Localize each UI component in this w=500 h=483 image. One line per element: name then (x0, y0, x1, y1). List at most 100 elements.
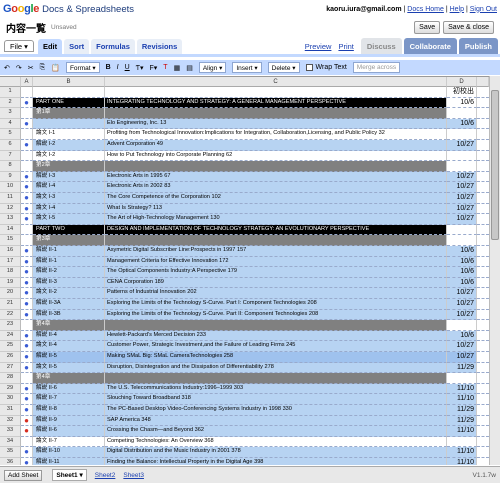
table-row[interactable]: 9 ● 解説 I-3 Electronic Arts in 1995 67 10/27 (0, 171, 489, 183)
cell-d[interactable]: 10/27 (447, 140, 477, 151)
cell-a[interactable]: ● (21, 118, 33, 130)
row-number[interactable]: 18 (0, 267, 21, 278)
row-number[interactable]: 3 (0, 108, 21, 119)
row-number[interactable]: 34 (0, 436, 21, 448)
cell-a[interactable]: ● (21, 458, 33, 465)
cell-a[interactable]: ● (21, 299, 33, 310)
cell-d[interactable] (447, 150, 477, 162)
cell-d[interactable]: 10/27 (447, 171, 477, 183)
cell-e[interactable] (477, 182, 489, 193)
cell-e[interactable] (477, 151, 489, 162)
cell-a[interactable]: ● (21, 214, 33, 225)
table-row[interactable]: 12 ● 論文 I-4 What Is Strategy? 113 10/27 (0, 203, 489, 215)
cell-c[interactable]: Exploring the Limits of the Technology S… (105, 299, 447, 310)
table-row[interactable]: 15 第3章 (0, 235, 489, 246)
cell-b[interactable]: PART TWO (33, 224, 105, 236)
cell-a[interactable]: ● (21, 288, 33, 299)
row-number[interactable]: 16 (0, 246, 21, 257)
cell-e[interactable] (477, 193, 489, 204)
cell-c[interactable]: Elo Engineering, Inc. 13 (105, 118, 447, 130)
cell-e[interactable] (477, 437, 489, 448)
cell-d[interactable]: 10/27 (447, 214, 477, 225)
table-row[interactable]: 33 ● 解説 II-6 Crossing the Chasm—and Beyond … (0, 426, 489, 437)
cell-a[interactable]: ● (21, 246, 33, 257)
add-sheet-button[interactable]: Add Sheet (4, 469, 43, 481)
cell-b[interactable]: 論文 I-1 (33, 129, 105, 140)
cell-b[interactable]: 解説 II-5 (33, 352, 105, 363)
column-header-b[interactable]: B (33, 77, 105, 87)
cell-c[interactable] (105, 373, 447, 384)
cell-d[interactable]: 10/6 (447, 330, 477, 342)
cell-d[interactable]: 10/6 (447, 246, 477, 257)
cell-e[interactable] (477, 140, 489, 151)
cell-b[interactable]: 第4章 (33, 320, 105, 331)
cell-a[interactable]: ● (21, 267, 33, 278)
cell-c[interactable] (105, 235, 447, 246)
cell-c[interactable]: Customer Power, Strategic Investment,and… (105, 341, 447, 352)
cut-icon[interactable]: ✂ (28, 64, 34, 72)
save-close-button[interactable]: Save & close (443, 20, 494, 34)
row-number[interactable]: 23 (0, 320, 21, 331)
font-size-dropdown[interactable]: Ƭ▾ (136, 64, 144, 72)
row-number[interactable]: 10 (0, 182, 21, 193)
cell-c[interactable] (105, 87, 447, 98)
cell-b[interactable] (33, 87, 105, 98)
row-number[interactable]: 11 (0, 193, 21, 204)
cell-a[interactable]: ● (21, 277, 33, 289)
cell-e[interactable] (477, 331, 489, 342)
table-row[interactable]: 17 ● 解説 II-1 Management Criteria for Effect… (0, 256, 489, 268)
table-row[interactable]: 8 第2章 (0, 161, 489, 172)
tab-discuss[interactable]: Discuss (360, 38, 402, 54)
table-row[interactable]: 26 ● 解説 II-5 Making SMaL Big: SMaL CameraTe… (0, 352, 489, 363)
tab-publish[interactable]: Publish (458, 38, 498, 54)
cell-b[interactable]: 解説 II-3A (33, 299, 105, 310)
cell-b[interactable]: 解説 II-1 (33, 246, 105, 257)
cell-b[interactable]: 解説 II-11 (33, 458, 105, 465)
cell-c[interactable]: Disruption, Disintegration and the Dissi… (105, 362, 447, 374)
text-color-icon[interactable]: T (163, 64, 167, 71)
table-row[interactable]: 23 第4章 (0, 320, 489, 331)
cell-d[interactable]: 10/6 (447, 256, 477, 268)
cell-d[interactable]: 11/29 (447, 415, 477, 427)
cell-e[interactable] (477, 341, 489, 352)
cell-c[interactable]: CENA Corporation 189 (105, 277, 447, 289)
wrap-text-toggle[interactable]: Wrap Text (305, 64, 347, 71)
cell-d[interactable]: 10/6 (447, 118, 477, 130)
table-row[interactable]: 14 PART TWO DESIGN AND IMPLEMENTATION OF T… (0, 224, 489, 236)
table-row[interactable]: 4 ● Elo Engineering, Inc. 13 10/6 (0, 118, 489, 130)
column-header-c[interactable]: C (105, 77, 447, 87)
row-number[interactable]: 20 (0, 288, 21, 299)
row-number[interactable]: 29 (0, 383, 21, 395)
cell-d[interactable]: 10/27 (447, 309, 477, 321)
sheet-tab-1[interactable]: Sheet1 ▾ (52, 469, 87, 481)
cell-a[interactable] (21, 161, 33, 172)
format-dropdown[interactable]: Format ▾ (65, 62, 100, 73)
table-row[interactable]: 25 ● 論文 II-4 Customer Power, Strategic Inve… (0, 341, 489, 352)
cell-c[interactable]: The U.S. Telecommunications Industry:199… (105, 383, 447, 395)
cell-d[interactable]: 11/29 (447, 405, 477, 416)
cell-d[interactable]: 10/27 (447, 182, 477, 193)
row-number[interactable]: 9 (0, 171, 21, 183)
cell-b[interactable]: 論文 I-5 (33, 214, 105, 225)
cell-a[interactable]: ● (21, 182, 33, 193)
cell-d[interactable]: 10/27 (447, 299, 477, 310)
cell-a[interactable] (21, 129, 33, 140)
cell-b[interactable]: 解説 I-2 (33, 140, 105, 151)
cell-e[interactable] (477, 405, 489, 416)
cell-d[interactable]: 10/6 (447, 267, 477, 278)
cell-c[interactable]: Finding the Balance: Intellectual Proper… (105, 458, 447, 465)
cell-c[interactable]: Advent Corporation 49 (105, 140, 447, 151)
table-row[interactable]: 5 論文 I-1 Profiting from Technological Inno… (0, 129, 489, 140)
cell-a[interactable] (21, 87, 33, 98)
cell-a[interactable]: ● (21, 383, 33, 395)
table-row[interactable]: 2 ● PART ONE INTEGRATING TECHNOLOGY AND STR… (0, 97, 489, 109)
table-row[interactable]: 29 ● 解説 II-6 The U.S. Telecommunications In… (0, 383, 489, 395)
cell-b[interactable]: 解説 II-9 (33, 415, 105, 427)
cell-e[interactable] (477, 257, 489, 268)
cell-a[interactable] (21, 373, 33, 384)
cell-c[interactable]: The Core Competence of the Corporation 1… (105, 193, 447, 204)
cell-e[interactable] (477, 172, 489, 183)
cell-e[interactable] (477, 310, 489, 321)
row-number[interactable]: 15 (0, 235, 21, 246)
row-number[interactable]: 17 (0, 256, 21, 268)
